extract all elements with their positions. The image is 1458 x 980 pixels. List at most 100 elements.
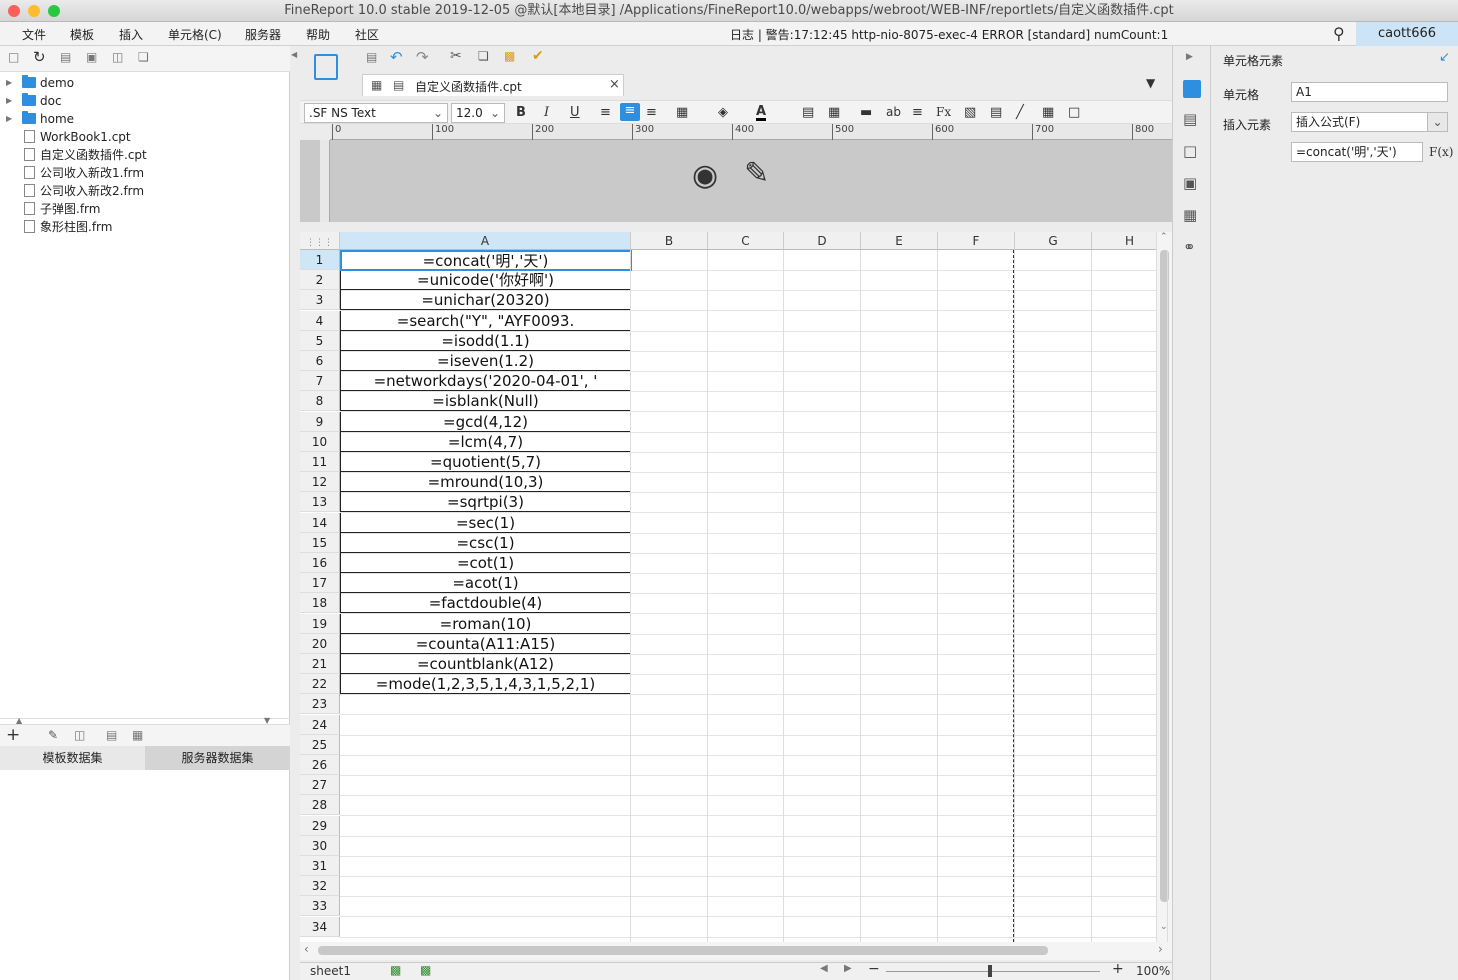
row-header-9[interactable]: 9 bbox=[300, 411, 340, 432]
merge-icon[interactable]: ▤ bbox=[802, 105, 814, 120]
text-icon[interactable]: ab bbox=[886, 105, 901, 119]
border-icon[interactable]: ▦ bbox=[676, 105, 688, 120]
add-dataset-icon[interactable]: + bbox=[6, 725, 20, 745]
tab-sheet1[interactable]: sheet1 bbox=[310, 964, 351, 978]
search-icon[interactable]: ⚲ bbox=[1333, 24, 1345, 43]
tree-file[interactable]: 象形柱图.frm bbox=[0, 218, 290, 236]
row-header-2[interactable]: 2 bbox=[300, 270, 340, 291]
tab-server-dataset[interactable]: 服务器数据集 bbox=[145, 746, 290, 770]
column-header-E[interactable]: E bbox=[861, 232, 938, 250]
unmerge-icon[interactable]: ▦ bbox=[828, 105, 840, 120]
open-icon[interactable]: ▤ bbox=[60, 50, 71, 64]
next-sheet-icon[interactable]: ▶ bbox=[844, 963, 852, 974]
formula-icon[interactable]: Fx bbox=[936, 105, 951, 119]
zoom-slider-thumb[interactable] bbox=[988, 965, 992, 977]
column-header-F[interactable]: F bbox=[938, 232, 1015, 250]
expand-arrow-icon[interactable]: ▶ bbox=[6, 110, 12, 128]
scroll-up-icon[interactable]: ⌃ bbox=[1160, 232, 1168, 242]
row-header-20[interactable]: 20 bbox=[300, 633, 340, 654]
edit-icon[interactable]: ✎ bbox=[48, 728, 58, 742]
tab-list-icon[interactable]: ▼ bbox=[1146, 76, 1155, 90]
condition-icon[interactable]: ▦ bbox=[1183, 206, 1197, 224]
row-header-22[interactable]: 22 bbox=[300, 674, 340, 695]
tree-file[interactable]: 公司收入新改2.frm bbox=[0, 182, 290, 200]
prev-sheet-icon[interactable]: ◀ bbox=[820, 963, 828, 974]
cell-A1[interactable]: =concat('明','天') bbox=[340, 250, 631, 270]
minimize-window-button[interactable] bbox=[28, 5, 40, 17]
menu-server[interactable]: 服务器 bbox=[245, 26, 281, 43]
row-header-19[interactable]: 19 bbox=[300, 613, 340, 634]
font-size-select[interactable]: 12.0 ⌄ bbox=[451, 103, 505, 123]
align-center-icon[interactable]: ≡ bbox=[620, 103, 640, 121]
zoom-in-button[interactable]: + bbox=[1112, 961, 1124, 977]
cell-A8[interactable]: =isblank(Null) bbox=[340, 391, 631, 412]
font-family-select[interactable]: .SF NS Text ⌄ bbox=[304, 103, 448, 123]
log-status[interactable]: 日志 | 警告:17:12:45 http-nio-8075-exec-4 ER… bbox=[730, 26, 1168, 43]
menu-community[interactable]: 社区 bbox=[355, 26, 379, 43]
frame-icon[interactable]: □ bbox=[1068, 105, 1080, 120]
add-poly-sheet-icon[interactable]: ▩ bbox=[420, 963, 431, 977]
cell-A7[interactable]: =networkdays('2020-04-01', ' bbox=[340, 371, 631, 392]
hyperlink-icon[interactable]: ⚭ bbox=[1183, 238, 1196, 256]
column-header-B[interactable]: B bbox=[631, 232, 708, 250]
row-header-25[interactable]: 25 bbox=[300, 734, 340, 755]
refresh-icon[interactable]: ↻ bbox=[33, 48, 46, 66]
menu-cell[interactable]: 单元格(C) bbox=[168, 26, 222, 43]
cell-attribute-icon[interactable]: ▤ bbox=[1183, 110, 1197, 128]
collapse-left-icon[interactable]: ◀ bbox=[291, 50, 297, 59]
close-tab-icon[interactable]: × bbox=[609, 77, 620, 92]
font-color-icon[interactable]: A bbox=[756, 105, 767, 121]
tree-folder-demo[interactable]: ▶ demo bbox=[0, 74, 290, 92]
cell-A19[interactable]: =roman(10) bbox=[340, 613, 631, 634]
cell-A22[interactable]: =mode(1,2,3,5,1,4,3,1,5,2,1) bbox=[340, 674, 631, 695]
scroll-left-icon[interactable]: ‹ bbox=[304, 942, 309, 956]
chart-icon[interactable]: ▧ bbox=[964, 105, 976, 120]
tree-folder-doc[interactable]: ▶ doc bbox=[0, 92, 290, 110]
row-header-28[interactable]: 28 bbox=[300, 795, 340, 816]
underline-button[interactable]: U bbox=[570, 105, 580, 120]
row-header-29[interactable]: 29 bbox=[300, 815, 340, 836]
row-header-8[interactable]: 8 bbox=[300, 391, 340, 412]
row-header-16[interactable]: 16 bbox=[300, 553, 340, 573]
cell-A14[interactable]: =sec(1) bbox=[340, 512, 631, 533]
left-divider[interactable]: ◀ bbox=[290, 46, 300, 980]
row-header-12[interactable]: 12 bbox=[300, 472, 340, 493]
link-icon[interactable]: ▬ bbox=[860, 105, 872, 120]
preview-icon[interactable]: ▤ bbox=[106, 728, 117, 742]
tree-file[interactable]: WorkBook1.cpt bbox=[0, 128, 290, 146]
row-header-1[interactable]: 1 bbox=[300, 250, 340, 270]
expand-right-icon[interactable]: ▶ bbox=[1186, 52, 1193, 62]
formula-field[interactable]: =concat('明','天') bbox=[1291, 142, 1423, 162]
column-header-D[interactable]: D bbox=[784, 232, 861, 250]
row-header-3[interactable]: 3 bbox=[300, 290, 340, 311]
formula-editor-button[interactable]: F(x) bbox=[1429, 145, 1453, 159]
menu-insert[interactable]: 插入 bbox=[119, 26, 143, 43]
zoom-level[interactable]: 100% bbox=[1136, 964, 1170, 978]
cell-A11[interactable]: =quotient(5,7) bbox=[340, 452, 631, 472]
row-header-10[interactable]: 10 bbox=[300, 431, 340, 452]
row-header-14[interactable]: 14 bbox=[300, 512, 340, 533]
row-header-23[interactable]: 23 bbox=[300, 694, 340, 715]
cut-icon[interactable]: ✂ bbox=[450, 48, 462, 64]
row-header-5[interactable]: 5 bbox=[300, 330, 340, 351]
cell-A6[interactable]: =iseven(1.2) bbox=[340, 351, 631, 371]
row-header-30[interactable]: 30 bbox=[300, 835, 340, 856]
column-header-A[interactable]: A bbox=[340, 232, 631, 250]
undo-icon[interactable]: ↶ bbox=[390, 48, 403, 66]
lock-icon[interactable]: ▣ bbox=[86, 50, 97, 64]
cell-A12[interactable]: =mround(10,3) bbox=[340, 472, 631, 493]
row-header-34[interactable]: 34 bbox=[300, 916, 340, 937]
user-account[interactable]: caott666 bbox=[1356, 22, 1458, 46]
cell-A21[interactable]: =countblank(A12) bbox=[340, 654, 631, 674]
italic-button[interactable]: I bbox=[544, 105, 549, 120]
menu-file[interactable]: 文件 bbox=[22, 26, 46, 43]
row-header-17[interactable]: 17 bbox=[300, 573, 340, 594]
cell-A20[interactable]: =counta(A11:A15) bbox=[340, 633, 631, 654]
row-header-26[interactable]: 26 bbox=[300, 755, 340, 775]
row-header-33[interactable]: 33 bbox=[300, 896, 340, 917]
insert-element-select[interactable]: 插入公式(F) ⌄ bbox=[1291, 112, 1448, 132]
subreport-icon[interactable]: ▦ bbox=[1042, 105, 1054, 120]
delete-icon[interactable]: ◫ bbox=[112, 50, 123, 64]
format-painter-icon[interactable]: ✔ bbox=[532, 48, 544, 64]
dataset-settings-icon[interactable]: ▦ bbox=[132, 728, 143, 742]
